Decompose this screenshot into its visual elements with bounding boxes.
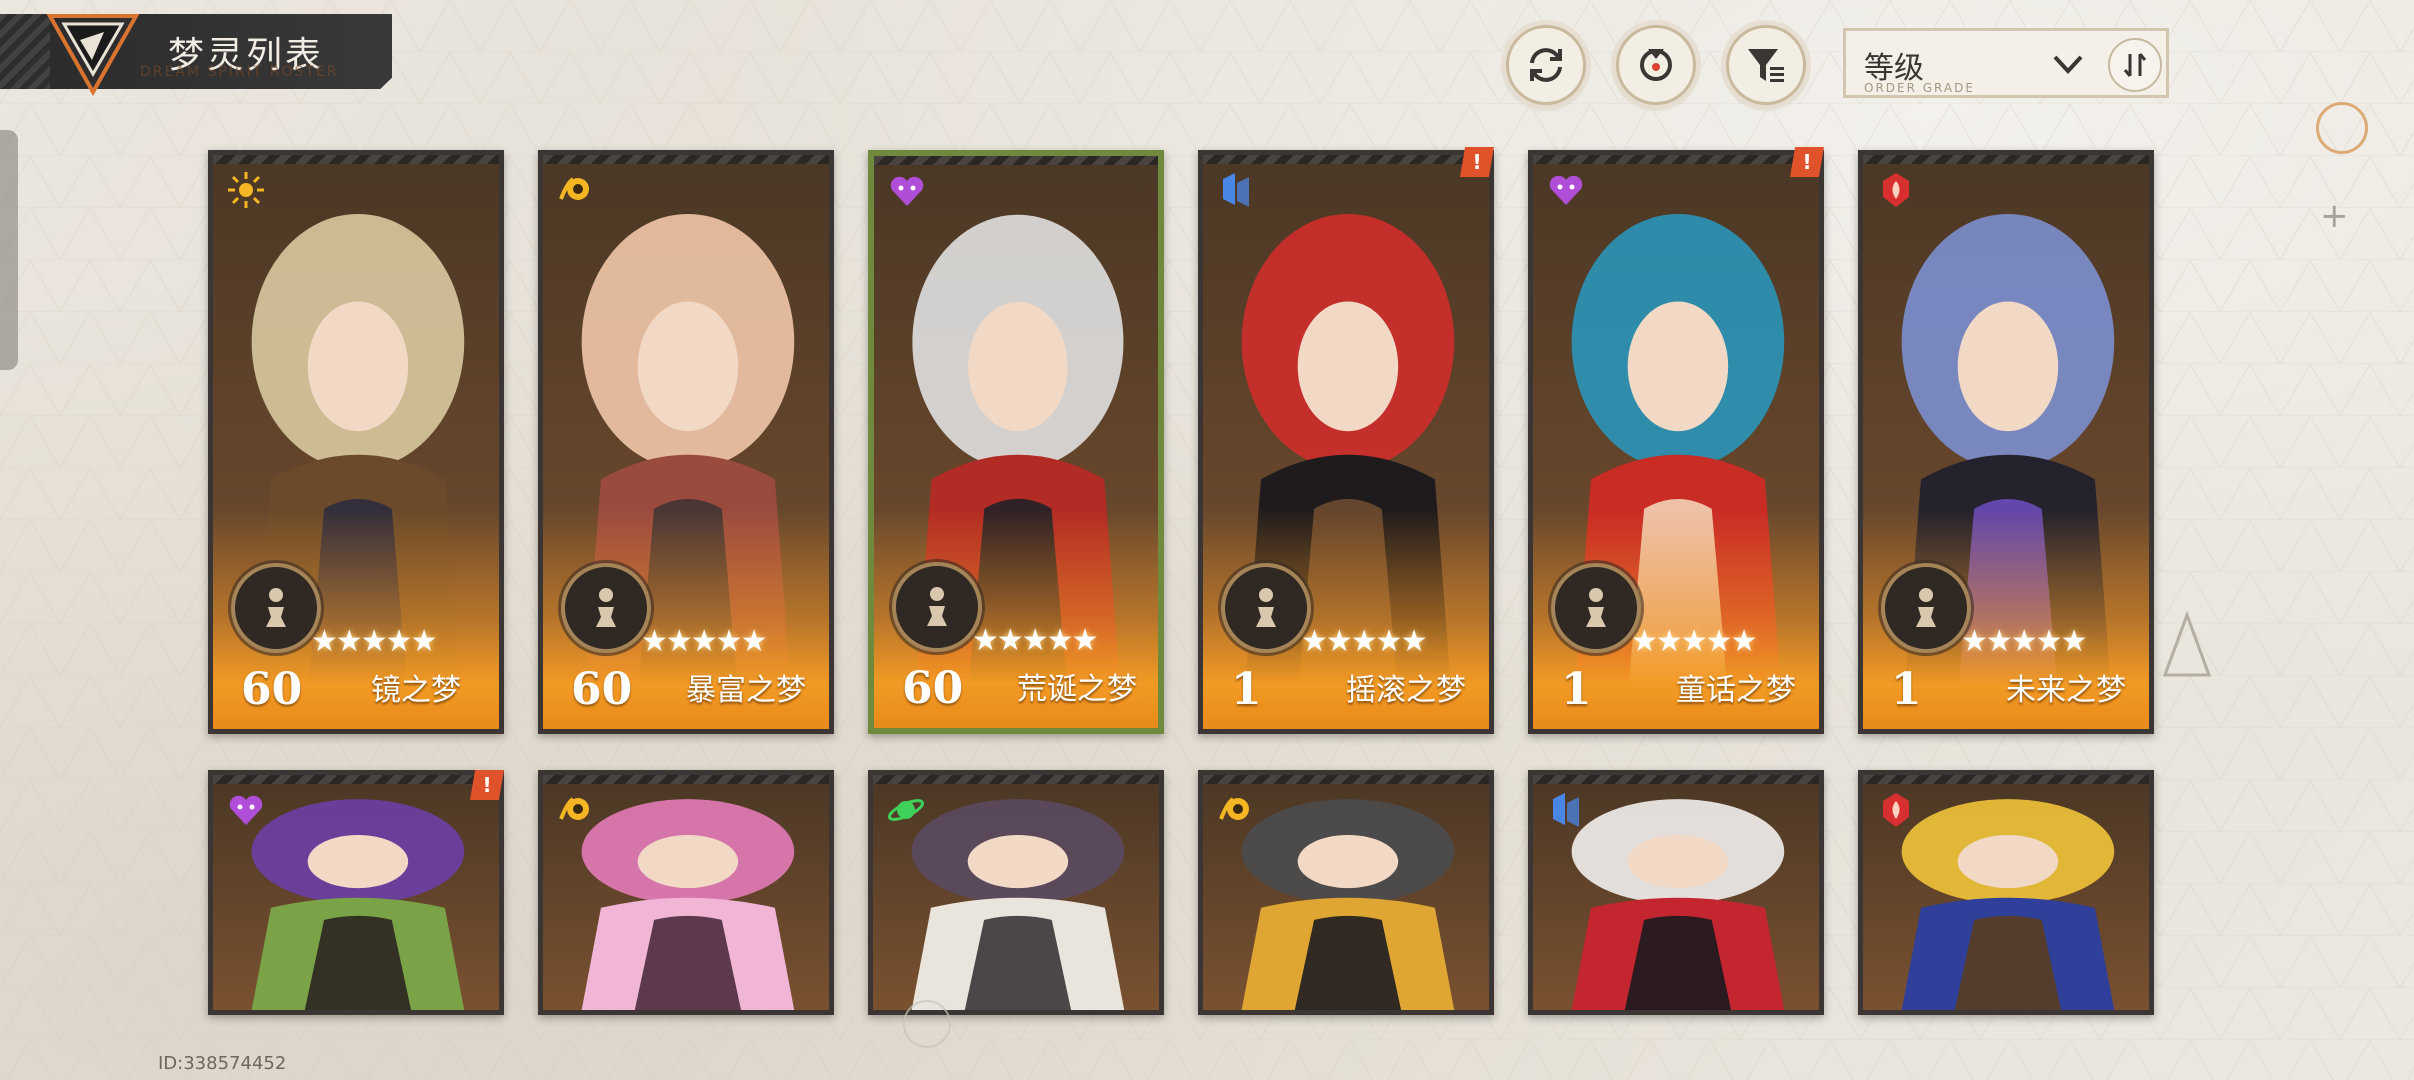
- target-icon: [1640, 49, 1672, 81]
- flame-icon: [1883, 793, 1909, 827]
- decor-circle: [903, 1000, 951, 1048]
- character-level: 60: [571, 664, 633, 715]
- character-card[interactable]: [538, 770, 834, 1015]
- pawn-icon: [1881, 563, 1971, 653]
- character-card[interactable]: ★★★★★ 1 未来之梦: [1858, 150, 2154, 734]
- refresh-button[interactable]: [1506, 25, 1586, 105]
- character-card[interactable]: ★★★★★ 1 童话之梦: [1528, 150, 1824, 734]
- planet-icon: [887, 799, 925, 821]
- sort-order-icon: [2123, 53, 2147, 77]
- filter-icon: [1748, 49, 1784, 82]
- character-name: 童话之梦: [1676, 673, 1796, 708]
- character-name: 摇滚之梦: [1346, 673, 1466, 708]
- character-level: 1: [1891, 664, 1922, 715]
- card-top-stripe: [1203, 775, 1489, 784]
- card-top-stripe: [543, 775, 829, 784]
- heart-icon: [890, 176, 924, 206]
- coin-icon: [559, 177, 589, 200]
- character-card[interactable]: [208, 770, 504, 1015]
- coin-icon: [1219, 797, 1249, 820]
- alert-badge: !: [1790, 147, 1824, 177]
- star-rating: ★★★★★: [1301, 624, 1427, 659]
- side-drawer-handle[interactable]: [0, 130, 18, 370]
- decor-plus-icon: +: [2320, 196, 2349, 236]
- character-card[interactable]: [868, 770, 1164, 1015]
- heart-icon: [229, 795, 263, 825]
- character-card[interactable]: ★★★★★ 60 荒诞之梦: [868, 150, 1164, 734]
- character-card[interactable]: [1198, 770, 1494, 1015]
- character-card[interactable]: ★★★★★ 60 暴富之梦: [538, 150, 834, 734]
- crystal-icon: [1553, 793, 1579, 827]
- character-level: 1: [1561, 664, 1592, 715]
- sort-direction-button[interactable]: [2108, 38, 2162, 92]
- character-card[interactable]: ★★★★★ 1 摇滚之梦: [1198, 150, 1494, 734]
- card-top-stripe: [1203, 155, 1489, 164]
- character-card[interactable]: ★★★★★ 60 镜之梦: [208, 150, 504, 734]
- card-top-stripe: [213, 775, 499, 784]
- character-name: 镜之梦: [371, 673, 461, 708]
- character-name: 荒诞之梦: [1017, 672, 1137, 707]
- card-top-stripe: [873, 775, 1159, 784]
- pawn-icon: [1221, 563, 1311, 653]
- alert-badge: !: [1460, 147, 1494, 177]
- sort-sub-label: ORDER GRADE: [1864, 81, 1975, 95]
- menu-emblem-icon[interactable]: [44, 10, 142, 96]
- character-name: 暴富之梦: [686, 673, 806, 708]
- title-stripe: [0, 14, 50, 89]
- sort-dropdown[interactable]: 等级 ORDER GRADE: [1843, 28, 2169, 98]
- crystal-icon: [1223, 173, 1249, 207]
- flame-icon: [1883, 173, 1909, 207]
- chevron-down-icon: [2053, 55, 2083, 74]
- star-rating: ★★★★★: [311, 624, 437, 659]
- character-level: 60: [241, 664, 303, 715]
- card-top-stripe: [1533, 775, 1819, 784]
- heart-icon: [1549, 175, 1583, 205]
- card-top-stripe: [543, 155, 829, 164]
- character-level: 1: [1231, 664, 1262, 715]
- character-name: 未来之梦: [2006, 673, 2126, 708]
- player-id: ID:338574452: [158, 1053, 287, 1074]
- star-rating: ★★★★★: [1961, 624, 2087, 659]
- character-card[interactable]: [1528, 770, 1824, 1015]
- sun-icon: [228, 172, 264, 208]
- target-button[interactable]: [1616, 25, 1696, 105]
- pawn-icon: [561, 563, 651, 653]
- card-top-stripe: [213, 155, 499, 164]
- filter-button[interactable]: [1726, 25, 1806, 105]
- refresh-icon: [1530, 48, 1562, 82]
- star-rating: ★★★★★: [1631, 624, 1757, 659]
- character-card[interactable]: [1858, 770, 2154, 1015]
- pawn-icon: [892, 562, 982, 652]
- coin-icon: [559, 797, 589, 820]
- star-rating: ★★★★★: [641, 624, 767, 659]
- page-subtitle: DREAM SPIRIT ROSTER: [140, 64, 339, 80]
- card-top-stripe: [874, 156, 1158, 165]
- character-level: 60: [902, 663, 964, 714]
- card-top-stripe: [1863, 775, 2149, 784]
- card-top-stripe: [1533, 155, 1819, 164]
- alert-badge: !: [470, 770, 504, 800]
- pawn-icon: [231, 563, 321, 653]
- star-rating: ★★★★★: [972, 623, 1098, 658]
- decor-triangle-icon: [2162, 610, 2212, 677]
- decor-ring: [2316, 102, 2368, 154]
- card-top-stripe: [1863, 155, 2149, 164]
- pawn-icon: [1551, 563, 1641, 653]
